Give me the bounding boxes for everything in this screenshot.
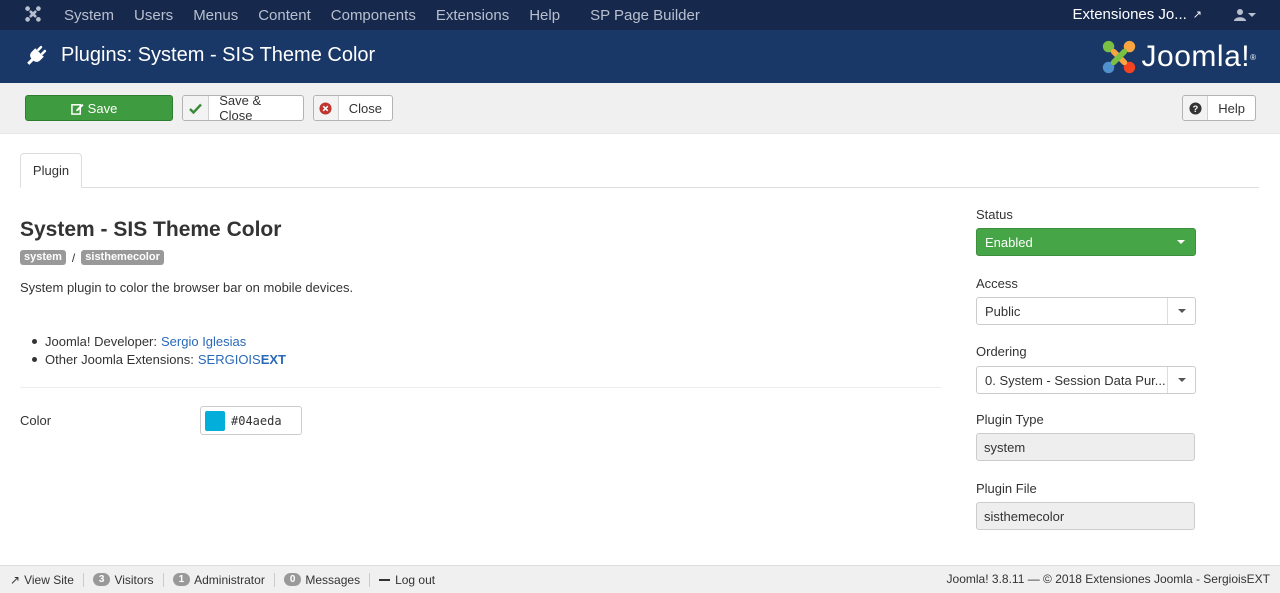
svg-text:?: ? [1192, 103, 1198, 113]
ordering-select[interactable]: 0. System - Session Data Pur... [976, 366, 1196, 394]
check-icon [183, 96, 210, 120]
chevron-down-icon [1167, 367, 1195, 393]
site-link[interactable]: Extensiones Jo... ↗ [1073, 6, 1202, 23]
developer-link[interactable]: Sergio Iglesias [161, 334, 246, 349]
user-icon[interactable] [1234, 8, 1246, 22]
plugin-description: System plugin to color the browser bar o… [20, 280, 354, 295]
site-name: Extensiones Jo... [1072, 6, 1187, 23]
plugin-type-label: Plugin Type [976, 412, 1044, 427]
access-value: Public [985, 303, 1021, 319]
view-site-label: View Site [24, 572, 74, 587]
status-value: Enabled [985, 234, 1033, 250]
divider [20, 387, 941, 388]
status-label: Status [976, 207, 1013, 222]
menu-sp-page-builder[interactable]: SP Page Builder [590, 7, 700, 24]
plugin-type-field: system [976, 433, 1195, 461]
logout-label: Log out [395, 572, 436, 587]
help-label: Help [1218, 100, 1245, 116]
color-picker-field[interactable]: #04aeda [200, 406, 302, 435]
status-select[interactable]: Enabled [976, 228, 1196, 256]
tab-bar: Plugin [20, 153, 1259, 188]
plugin-file-field: sisthemecolor [976, 502, 1195, 530]
copyright-text: Joomla! 3.8.11 — © 2018 Extensiones Joom… [946, 572, 1270, 586]
menu-extensions[interactable]: Extensions [436, 7, 509, 24]
toolbar: Save Save & Close Close ? Help [0, 83, 1280, 134]
joomla-brand-logo: Joomla! ® [1100, 38, 1256, 76]
menu-menus[interactable]: Menus [193, 7, 238, 24]
plug-icon [27, 45, 47, 65]
other-extensions-link[interactable]: SERGIOISEXT [198, 352, 286, 367]
menu-components[interactable]: Components [331, 7, 416, 24]
tab-plugin[interactable]: Plugin [20, 153, 82, 188]
admin-label: Administrator [194, 572, 265, 587]
access-label: Access [976, 276, 1018, 291]
edit-icon [70, 103, 84, 115]
joomla-wordmark: Joomla! [1141, 40, 1251, 73]
plugin-title: System - SIS Theme Color [20, 218, 282, 241]
logout-link[interactable]: Log out [370, 573, 444, 587]
minus-icon [379, 578, 391, 581]
administrator-item: 1 Administrator [164, 572, 275, 587]
color-swatch[interactable] [205, 410, 225, 431]
question-icon: ? [1183, 96, 1209, 120]
plugin-badges: system / sisthemecolor [20, 250, 164, 265]
chevron-down-icon[interactable] [1248, 13, 1256, 17]
color-value: #04aeda [231, 413, 282, 428]
close-button[interactable]: Close [313, 95, 393, 121]
joomla-logo-icon[interactable] [24, 5, 42, 23]
save-close-label: Save & Close [219, 93, 262, 123]
registered-mark: ® [1250, 52, 1256, 62]
developer-label: Joomla! Developer: [45, 334, 157, 349]
main-menu: System Users Menus Content Components Ex… [64, 0, 720, 30]
visitors-count-badge: 3 [92, 573, 111, 586]
page-title: Plugins: System - SIS Theme Color [61, 44, 376, 66]
menu-system[interactable]: System [64, 7, 114, 24]
developer-links: Joomla! Developer: Sergio Iglesias Other… [32, 334, 286, 370]
menu-content[interactable]: Content [258, 7, 311, 24]
menu-help[interactable]: Help [529, 7, 560, 24]
external-link-icon: ↗ [10, 572, 21, 587]
plugin-file-label: Plugin File [976, 481, 1037, 496]
color-label: Color [20, 413, 52, 428]
close-label: Close [348, 100, 382, 116]
close-icon [314, 96, 339, 120]
save-close-button[interactable]: Save & Close [182, 93, 304, 123]
messages-label: Messages [305, 572, 361, 587]
admin-count-badge: 1 [172, 573, 191, 586]
visitors-item: 3 Visitors [84, 572, 164, 587]
access-select[interactable]: Public [976, 297, 1196, 325]
save-label: Save [87, 100, 118, 116]
joomla-mark-icon [1102, 40, 1135, 74]
chevron-down-icon [1167, 229, 1195, 255]
ordering-label: Ordering [976, 344, 1027, 359]
messages-link[interactable]: 0 Messages [275, 572, 371, 587]
link-text-bold: EXT [260, 352, 287, 367]
group-badge: system [20, 250, 66, 265]
save-button[interactable]: Save [25, 95, 173, 121]
list-item: Other Joomla Extensions: SERGIOISEXT [32, 352, 286, 367]
help-button[interactable]: ? Help [1182, 95, 1256, 121]
badge-separator: / [71, 250, 76, 265]
ordering-value: 0. System - Session Data Pur... [985, 372, 1166, 388]
menu-users[interactable]: Users [134, 7, 173, 24]
chevron-down-icon [1167, 298, 1195, 324]
element-badge: sisthemecolor [81, 250, 164, 265]
page-header: Plugins: System - SIS Theme Color Joomla… [0, 30, 1280, 83]
view-site-link[interactable]: ↗ View Site [0, 572, 84, 587]
status-bar: ↗ View Site 3 Visitors 1 Administrator 0… [0, 565, 1280, 593]
visitors-label: Visitors [114, 572, 154, 587]
top-navbar: System Users Menus Content Components Ex… [0, 0, 1280, 30]
other-extensions-label: Other Joomla Extensions: [45, 352, 194, 367]
list-item: Joomla! Developer: Sergio Iglesias [32, 334, 286, 349]
link-text-part: SERGIOIS [197, 352, 261, 367]
messages-count-badge: 0 [283, 573, 302, 586]
external-link-icon: ↗ [1192, 9, 1202, 21]
